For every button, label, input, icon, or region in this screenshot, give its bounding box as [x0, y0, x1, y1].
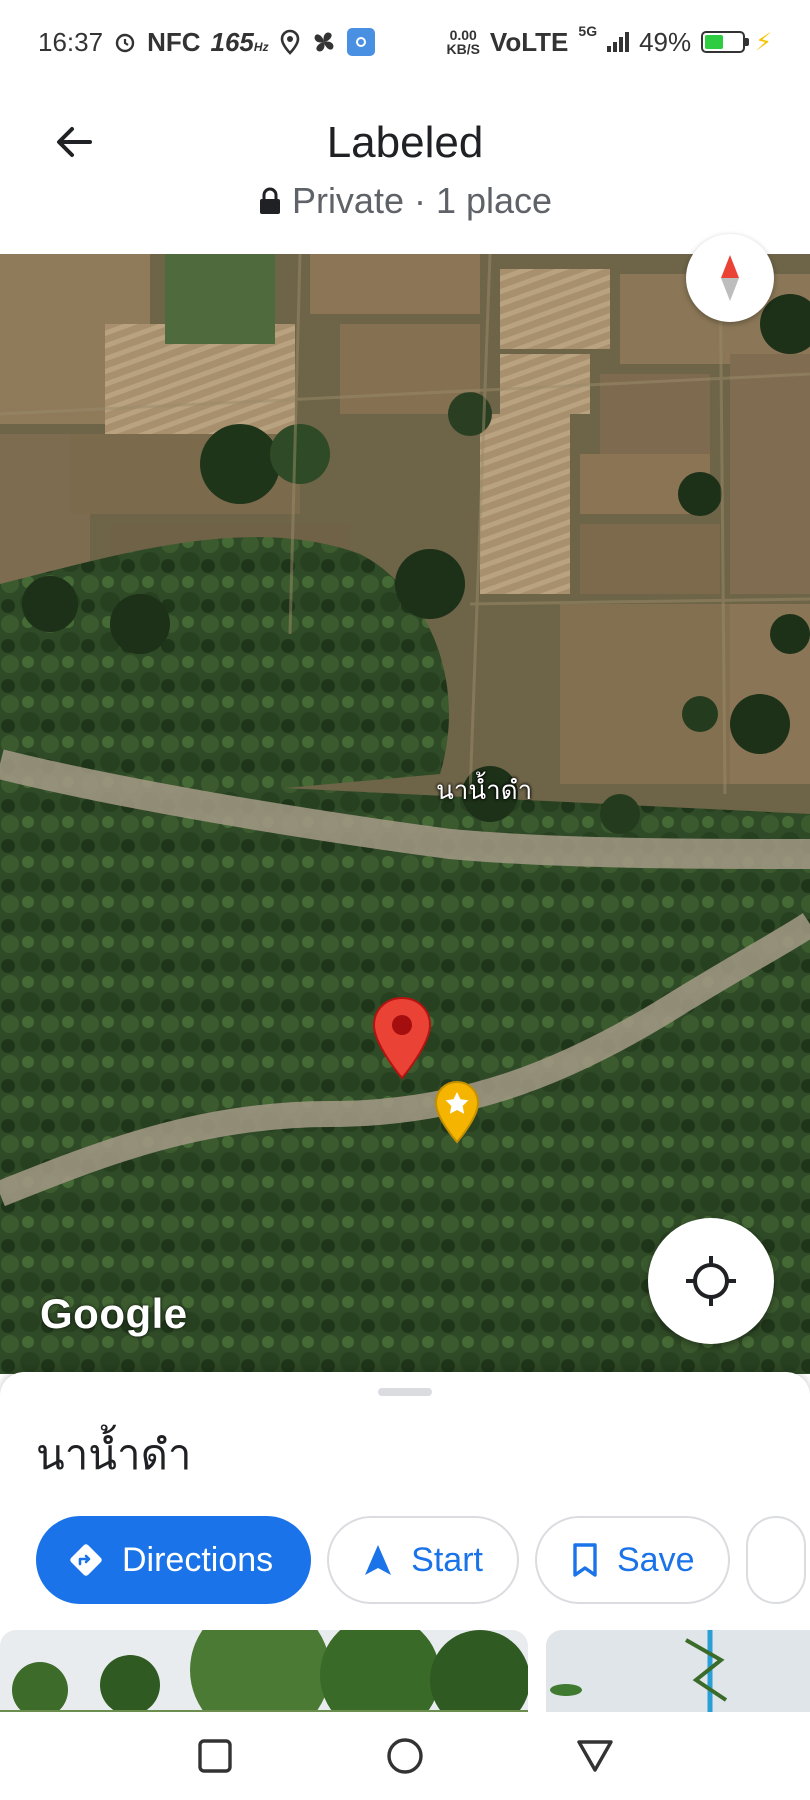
start-button[interactable]: Start: [327, 1516, 519, 1604]
alarm-icon: [115, 33, 135, 53]
place-bottom-sheet[interactable]: นาน้ำดำ Directions Start Save: [0, 1372, 810, 1712]
triangle-back-icon: [577, 1740, 613, 1772]
header: Labeled Private · 1 place: [0, 84, 810, 254]
battery-percent: 49%: [639, 26, 692, 57]
navigation-arrow-icon: [365, 1545, 392, 1575]
circle-icon: [387, 1738, 423, 1774]
network-speed: 0.00 KB/S: [446, 27, 480, 57]
action-chips: Directions Start Save: [36, 1516, 810, 1604]
directions-icon: [70, 1544, 102, 1576]
battery-icon: [701, 31, 750, 53]
status-bar: 16:37 NFC 165Hz 0.00 KB/S VoLTE 5G 49% ⚡: [0, 0, 810, 84]
square-icon: [198, 1739, 232, 1773]
trees-photo: [0, 1630, 528, 1712]
place-count: · 1 place: [413, 180, 553, 221]
start-label: Start: [411, 1540, 483, 1579]
volte-label: VoLTE: [489, 26, 569, 57]
satellite-imagery: [0, 254, 810, 1374]
bookmark-icon: [573, 1543, 597, 1577]
save-button[interactable]: Save: [534, 1516, 731, 1604]
signal-icon: [607, 32, 630, 52]
compass-button[interactable]: [686, 234, 774, 322]
directions-button[interactable]: Directions: [36, 1516, 312, 1604]
charging-icon: ⚡: [755, 28, 772, 56]
location-pin-icon[interactable]: [372, 996, 432, 1080]
list-title: Labeled: [326, 118, 484, 167]
my-location-button[interactable]: [648, 1218, 774, 1344]
visibility-label: Private: [291, 180, 404, 221]
location-icon: [280, 29, 299, 55]
place-name: นาน้ำดำ: [36, 1431, 192, 1478]
map-view[interactable]: [0, 254, 810, 1374]
google-wordmark: Google: [40, 1290, 188, 1337]
system-navigation-bar: [0, 1712, 810, 1800]
signal-type: 5G: [578, 22, 598, 39]
directions-label: Directions: [122, 1540, 274, 1579]
list-subtitle: Private · 1 place: [0, 180, 810, 222]
more-actions-chip[interactable]: [746, 1516, 807, 1604]
save-label: Save: [616, 1540, 695, 1579]
hotspot-icon: [346, 28, 375, 56]
field-photo: [546, 1630, 810, 1712]
clock: 16:37: [38, 26, 104, 57]
drag-handle[interactable]: [378, 1388, 432, 1396]
place-photo[interactable]: [546, 1630, 810, 1712]
crosshair-icon: [686, 1256, 736, 1306]
home-button[interactable]: [375, 1726, 435, 1786]
pin-label: นาน้ำดำ: [436, 775, 533, 805]
fan-icon: [314, 32, 334, 52]
back-nav-button[interactable]: [565, 1726, 625, 1786]
nfc-label: NFC: [147, 26, 201, 57]
photo-strip: [0, 1630, 810, 1712]
refresh-rate: 165Hz: [210, 26, 269, 57]
place-photo[interactable]: [0, 1630, 528, 1712]
saved-place-star-icon[interactable]: [434, 1080, 480, 1144]
lock-icon: [259, 187, 280, 214]
recents-button[interactable]: [185, 1726, 245, 1786]
compass-icon: [721, 255, 739, 301]
